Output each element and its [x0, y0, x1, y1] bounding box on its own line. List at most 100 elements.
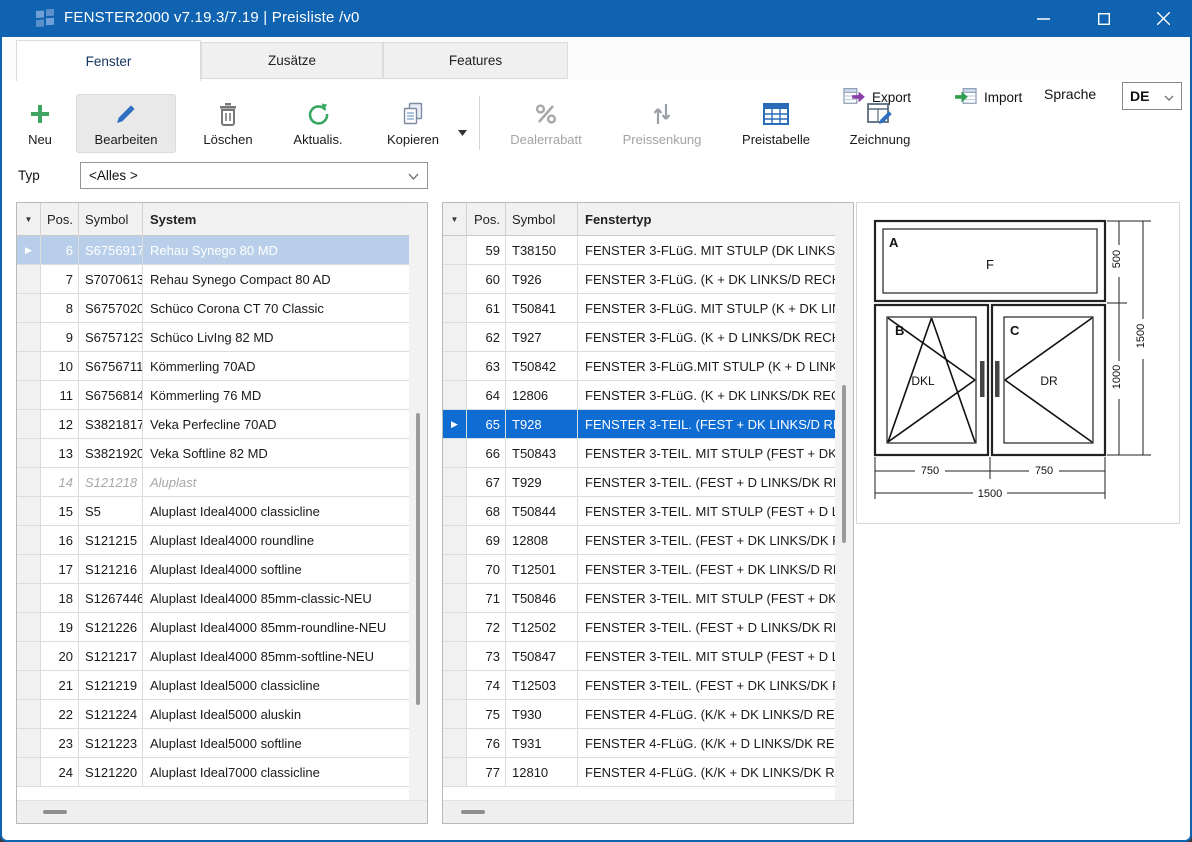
grid-row[interactable]: 9S6757123Schüco LivIng 82 MD: [17, 323, 411, 352]
cell-name[interactable]: Aluplast Ideal4000 85mm-roundline-NEU: [143, 613, 411, 642]
cell-name[interactable]: FENSTER 3-FLüG. MIT STULP (DK LINKS -: [578, 236, 837, 265]
grid-row[interactable]: 6912808FENSTER 3-TEIL. (FEST + DK LINKS/…: [443, 526, 837, 555]
cell-pos[interactable]: 74: [467, 671, 506, 700]
grid-row[interactable]: 72T12502FENSTER 3-TEIL. (FEST + D LINKS/…: [443, 613, 837, 642]
cell-symbol[interactable]: S121218: [79, 468, 143, 497]
cell-symbol[interactable]: 12810: [506, 758, 578, 787]
cell-pos[interactable]: 14: [41, 468, 79, 497]
cell-name[interactable]: FENSTER 3-FLüG.MIT STULP (K + D LINKS: [578, 352, 837, 381]
grid-row[interactable]: 63T50842FENSTER 3-FLüG.MIT STULP (K + D …: [443, 352, 837, 381]
cell-pos[interactable]: 59: [467, 236, 506, 265]
cell-pos[interactable]: 75: [467, 700, 506, 729]
cell-name[interactable]: Aluplast Ideal7000 classicline: [143, 758, 411, 787]
grid-row[interactable]: 11S6756814Kömmerling 76 MD: [17, 381, 411, 410]
grid-row[interactable]: 66T50843FENSTER 3-TEIL. MIT STULP (FEST …: [443, 439, 837, 468]
tab-zusaetze[interactable]: Zusätze: [201, 42, 383, 79]
cell-symbol[interactable]: S6757123: [79, 323, 143, 352]
grid-row[interactable]: 13S3821920Veka Softline 82 MD: [17, 439, 411, 468]
cell-symbol[interactable]: T50844: [506, 497, 578, 526]
cell-name[interactable]: FENSTER 3-TEIL. MIT STULP (FEST + D L: [578, 642, 837, 671]
cell-name[interactable]: FENSTER 3-FLüG. (K + DK LINKS/DK REC: [578, 381, 837, 410]
grid-row[interactable]: 22S121224Aluplast Ideal5000 aluskin: [17, 700, 411, 729]
cell-symbol[interactable]: T931: [506, 729, 578, 758]
grid-row[interactable]: 10S6756711Kömmerling 70AD: [17, 352, 411, 381]
typ-select[interactable]: <Alles >: [80, 162, 428, 189]
cell-name[interactable]: Rehau Synego Compact 80 AD: [143, 265, 411, 294]
kopieren-button[interactable]: Kopieren: [370, 94, 456, 153]
cell-name[interactable]: FENSTER 3-TEIL. (FEST + DK LINKS/DK R: [578, 526, 837, 555]
zeichnung-button[interactable]: Zeichnung: [832, 94, 928, 153]
grid-row[interactable]: 6412806FENSTER 3-FLüG. (K + DK LINKS/DK …: [443, 381, 837, 410]
cell-pos[interactable]: 20: [41, 642, 79, 671]
grid-row[interactable]: 7S7070613Rehau Synego Compact 80 AD: [17, 265, 411, 294]
cell-symbol[interactable]: S121217: [79, 642, 143, 671]
aktualisieren-button[interactable]: Aktualis.: [276, 94, 360, 153]
cell-name[interactable]: FENSTER 4-FLüG. (K/K + DK LINKS/DK RE: [578, 758, 837, 787]
cell-symbol[interactable]: S121220: [79, 758, 143, 787]
cell-name[interactable]: Aluplast Ideal4000 roundline: [143, 526, 411, 555]
tab-features[interactable]: Features: [383, 42, 568, 79]
column-header-symbol[interactable]: Symbol: [79, 203, 143, 236]
cell-name[interactable]: FENSTER 3-FLüG. (K + D LINKS/DK RECH: [578, 323, 837, 352]
cell-name[interactable]: FENSTER 4-FLüG. (K/K + D LINKS/DK REC: [578, 729, 837, 758]
cell-name[interactable]: FENSTER 3-TEIL. (FEST + DK LINKS/D RE: [578, 410, 837, 439]
tab-fenster[interactable]: Fenster: [16, 40, 201, 81]
cell-pos[interactable]: 76: [467, 729, 506, 758]
cell-pos[interactable]: 21: [41, 671, 79, 700]
cell-symbol[interactable]: T50842: [506, 352, 578, 381]
grid-row[interactable]: 20S121217Aluplast Ideal4000 85mm-softlin…: [17, 642, 411, 671]
cell-pos[interactable]: 8: [41, 294, 79, 323]
cell-name[interactable]: Aluplast Ideal4000 85mm-classic-NEU: [143, 584, 411, 613]
grid-row[interactable]: 76T931FENSTER 4-FLüG. (K/K + D LINKS/DK …: [443, 729, 837, 758]
cell-symbol[interactable]: S121226: [79, 613, 143, 642]
preistabelle-button[interactable]: Preistabelle: [724, 94, 828, 153]
cell-pos[interactable]: 9: [41, 323, 79, 352]
cell-name[interactable]: Aluplast Ideal4000 85mm-softline-NEU: [143, 642, 411, 671]
cell-name[interactable]: FENSTER 3-FLüG. MIT STULP (K + DK LIN: [578, 294, 837, 323]
cell-pos[interactable]: 69: [467, 526, 506, 555]
cell-symbol[interactable]: T926: [506, 265, 578, 294]
scrollbar-thumb[interactable]: [416, 413, 420, 705]
cell-name[interactable]: Kömmerling 76 MD: [143, 381, 411, 410]
grid-row[interactable]: 17S121216Aluplast Ideal4000 softline: [17, 555, 411, 584]
cell-pos[interactable]: 15: [41, 497, 79, 526]
cell-name[interactable]: Aluplast Ideal5000 aluskin: [143, 700, 411, 729]
import-button[interactable]: Import: [955, 84, 1022, 110]
cell-symbol[interactable]: S121216: [79, 555, 143, 584]
horizontal-scrollbar[interactable]: [17, 800, 427, 823]
cell-pos[interactable]: 18: [41, 584, 79, 613]
maximize-button[interactable]: [1081, 0, 1127, 37]
grid-row[interactable]: 73T50847FENSTER 3-TEIL. MIT STULP (FEST …: [443, 642, 837, 671]
cell-name[interactable]: FENSTER 4-FLüG. (K/K + DK LINKS/D REC: [578, 700, 837, 729]
column-header-pos[interactable]: Pos.: [467, 203, 506, 236]
cell-name[interactable]: FENSTER 3-TEIL. MIT STULP (FEST + DK: [578, 439, 837, 468]
cell-pos[interactable]: 17: [41, 555, 79, 584]
cell-symbol[interactable]: S121215: [79, 526, 143, 555]
cell-name[interactable]: Schüco Corona CT 70 Classic: [143, 294, 411, 323]
cell-name[interactable]: Aluplast Ideal5000 classicline: [143, 671, 411, 700]
scrollbar-thumb[interactable]: [461, 810, 485, 814]
cell-pos[interactable]: 16: [41, 526, 79, 555]
grid-row[interactable]: 59T38150FENSTER 3-FLüG. MIT STULP (DK LI…: [443, 236, 837, 265]
grid-row[interactable]: 23S121223Aluplast Ideal5000 softline: [17, 729, 411, 758]
cell-name[interactable]: Aluplast Ideal5000 softline: [143, 729, 411, 758]
cell-pos[interactable]: 22: [41, 700, 79, 729]
grid-row[interactable]: 68T50844FENSTER 3-TEIL. MIT STULP (FEST …: [443, 497, 837, 526]
grid-row[interactable]: 18S1267446Aluplast Ideal4000 85mm-classi…: [17, 584, 411, 613]
cell-symbol[interactable]: T12502: [506, 613, 578, 642]
cell-pos[interactable]: 67: [467, 468, 506, 497]
cell-symbol[interactable]: 12806: [506, 381, 578, 410]
cell-name[interactable]: FENSTER 3-TEIL. (FEST + DK LINKS/D RE: [578, 555, 837, 584]
cell-pos[interactable]: 66: [467, 439, 506, 468]
grid-row[interactable]: 21S121219Aluplast Ideal5000 classicline: [17, 671, 411, 700]
column-header-symbol[interactable]: Symbol: [506, 203, 578, 236]
cell-pos[interactable]: 68: [467, 497, 506, 526]
cell-pos[interactable]: 61: [467, 294, 506, 323]
grid-row[interactable]: 12S3821817Veka Perfecline 70AD: [17, 410, 411, 439]
cell-pos[interactable]: 72: [467, 613, 506, 642]
cell-name[interactable]: FENSTER 3-TEIL. (FEST + D LINKS/DK RE: [578, 613, 837, 642]
cell-name[interactable]: Aluplast: [143, 468, 411, 497]
cell-pos[interactable]: 13: [41, 439, 79, 468]
column-header-fenstertyp[interactable]: Fenstertyp: [578, 203, 837, 236]
cell-pos[interactable]: 71: [467, 584, 506, 613]
